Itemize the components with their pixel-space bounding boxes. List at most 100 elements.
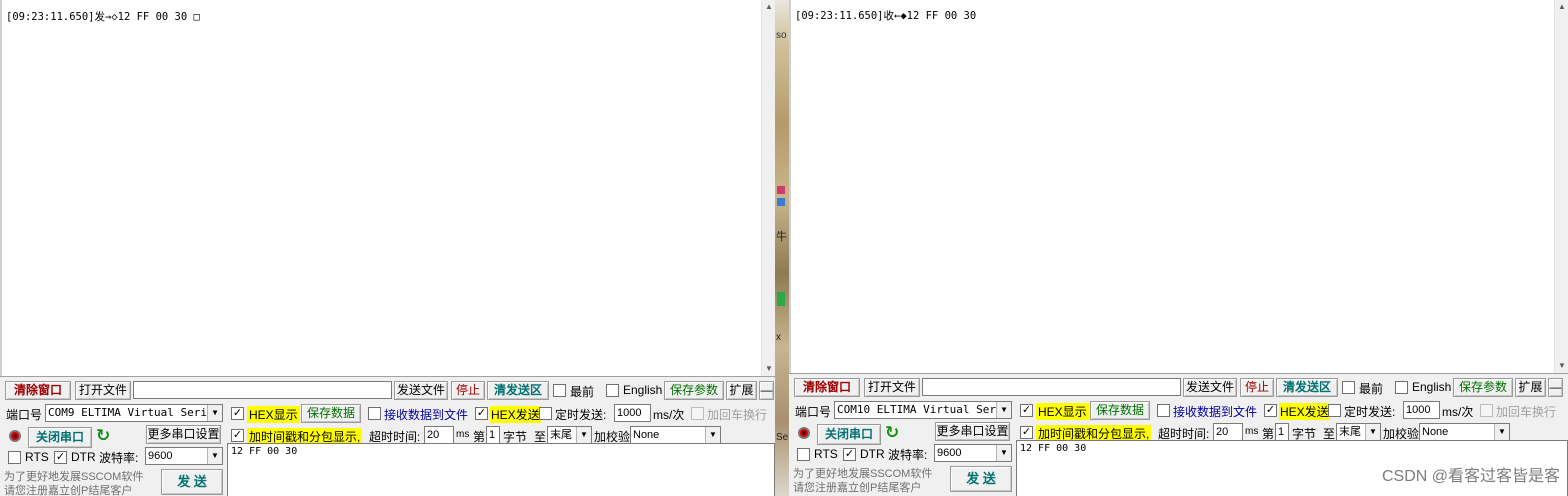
port-select[interactable]: COM9 ELTIMA Virtual Serial ▼ (45, 404, 223, 422)
stop-button[interactable]: 停止 (1240, 378, 1274, 397)
timed-send-label: 定时发送: (1344, 405, 1396, 419)
recv-to-file-label: 接收数据到文件 (384, 408, 469, 422)
scroll-up-icon[interactable]: ▲ (1555, 0, 1568, 14)
timed-send-checkbox[interactable] (539, 407, 552, 420)
save-data-button[interactable]: 保存数据 (301, 404, 361, 423)
interval-input[interactable]: 1000 (614, 404, 651, 422)
hex-send-label: HEX发送 (490, 406, 541, 423)
hex-display-checkbox[interactable]: ✓ (1020, 404, 1033, 417)
sscom-window-right: [09:23:11.650]收←◆12 FF 00 30 ▲ ▼ 清除窗口 打开… (789, 0, 1568, 496)
refresh-icon[interactable]: ↻ (96, 426, 110, 446)
scroll-up-icon[interactable]: ▲ (762, 0, 775, 14)
open-file-button[interactable]: 打开文件 (864, 378, 920, 397)
collapse-button[interactable]: — (1548, 378, 1563, 397)
expand-button[interactable]: 扩展 (726, 381, 757, 400)
hex-display-checkbox[interactable]: ✓ (231, 407, 244, 420)
clear-window-button[interactable]: 清除窗口 (794, 378, 860, 397)
topmost-checkbox[interactable] (553, 384, 566, 397)
open-file-button[interactable]: 打开文件 (75, 381, 131, 400)
recv-to-file-checkbox[interactable] (1157, 404, 1170, 417)
rts-checkbox[interactable] (797, 448, 810, 461)
hex-send-checkbox[interactable]: ✓ (475, 407, 488, 420)
interval-input[interactable]: 1000 (1403, 401, 1440, 419)
receive-line: [09:23:11.650]收←◆12 FF 00 30 (795, 10, 977, 22)
dtr-checkbox[interactable]: ✓ (843, 448, 856, 461)
receive-line: [09:23:11.650]发→◇12 FF 00 30 □ (6, 11, 200, 23)
interval-unit: ms/次 (1442, 405, 1474, 419)
end-select[interactable]: 末尾 ▼ (1336, 423, 1381, 441)
port-value: COM9 ELTIMA Virtual Serial (48, 406, 221, 419)
timed-send-label: 定时发送: (555, 408, 607, 422)
send-file-button[interactable]: 发送文件 (394, 381, 448, 400)
baud-select[interactable]: 9600 ▼ (934, 444, 1012, 462)
byte-index-input[interactable]: 1 (1275, 423, 1289, 441)
append-newline-checkbox[interactable] (691, 407, 704, 420)
recv-to-file-checkbox[interactable] (368, 407, 381, 420)
more-settings-button[interactable]: 更多串口设置 (146, 425, 221, 444)
hex-send-checkbox[interactable]: ✓ (1264, 404, 1277, 417)
save-params-button[interactable]: 保存参数 (664, 381, 724, 400)
receive-area[interactable]: [09:23:11.650]收←◆12 FF 00 30 (789, 0, 1568, 373)
append-newline-label: 加回车换行 (707, 408, 768, 422)
chevron-down-icon: ▼ (996, 402, 1011, 418)
recv-to-file-label: 接收数据到文件 (1173, 405, 1258, 419)
timeout-input[interactable]: 20 (1213, 423, 1243, 441)
save-params-button[interactable]: 保存参数 (1453, 378, 1513, 397)
file-path-input[interactable] (922, 378, 1181, 396)
bg-color-mark-2 (777, 198, 785, 206)
port-status-icon (9, 430, 21, 442)
end-select[interactable]: 末尾 ▼ (547, 426, 592, 444)
refresh-icon[interactable]: ↻ (885, 423, 899, 443)
receive-area[interactable]: [09:23:11.650]发→◇12 FF 00 30 □ (0, 0, 775, 376)
send-text-area[interactable]: 12 FF 00 30 (227, 443, 775, 496)
chevron-down-icon: ▼ (1365, 424, 1380, 440)
english-label: English (623, 383, 663, 397)
expand-button[interactable]: 扩展 (1515, 378, 1546, 397)
byte-index-input[interactable]: 1 (486, 426, 500, 444)
more-settings-button[interactable]: 更多串口设置 (935, 422, 1010, 441)
send-file-button[interactable]: 发送文件 (1183, 378, 1237, 397)
dtr-label: DTR (71, 450, 96, 464)
chevron-down-icon: ▼ (996, 445, 1011, 461)
scroll-down-icon[interactable]: ▼ (1555, 359, 1568, 373)
timed-send-checkbox[interactable] (1328, 404, 1341, 417)
send-button[interactable]: 发 送 (161, 469, 223, 495)
baud-select[interactable]: 9600 ▼ (145, 447, 223, 465)
checksum-value: None (1422, 426, 1449, 438)
close-port-button[interactable]: 关闭串口 (817, 424, 881, 445)
scroll-down-icon[interactable]: ▼ (762, 362, 775, 376)
collapse-button[interactable]: — (759, 381, 774, 400)
english-checkbox[interactable] (1395, 381, 1408, 394)
chevron-down-icon: ▼ (705, 427, 720, 443)
timeout-input[interactable]: 20 (424, 426, 454, 444)
port-select[interactable]: COM10 ELTIMA Virtual Seria ▼ (834, 401, 1012, 419)
dtr-checkbox[interactable]: ✓ (54, 451, 67, 464)
hex-display-label: HEX显示 (1036, 403, 1089, 420)
hex-display-label: HEX显示 (247, 406, 300, 423)
rts-checkbox[interactable] (8, 451, 21, 464)
english-checkbox[interactable] (606, 384, 619, 397)
checksum-select[interactable]: None ▼ (630, 426, 721, 444)
close-port-button[interactable]: 关闭串口 (28, 427, 92, 448)
port-label: 端口号 (6, 408, 43, 422)
interval-unit: ms/次 (653, 408, 685, 422)
clear-send-area-button[interactable]: 清发送区 (1276, 378, 1338, 397)
save-data-button[interactable]: 保存数据 (1090, 401, 1150, 420)
receive-scrollbar[interactable]: ▲ ▼ (1554, 0, 1568, 373)
file-path-input[interactable] (133, 381, 392, 399)
receive-scrollbar[interactable]: ▲ ▼ (761, 0, 775, 376)
topmost-checkbox[interactable] (1342, 381, 1355, 394)
append-newline-checkbox[interactable] (1480, 404, 1493, 417)
send-button[interactable]: 发 送 (950, 466, 1012, 492)
timestamp-checkbox[interactable]: ✓ (231, 429, 244, 442)
stop-button[interactable]: 停止 (451, 381, 485, 400)
checksum-select[interactable]: None ▼ (1419, 423, 1510, 441)
topmost-label: 最前 (1359, 382, 1384, 396)
clear-send-area-button[interactable]: 清发送区 (487, 381, 549, 400)
port-label: 端口号 (795, 405, 832, 419)
append-newline-label: 加回车换行 (1496, 405, 1557, 419)
promo-line-2: 请您注册嘉立创P结尾客户 (4, 485, 133, 496)
clear-window-button[interactable]: 清除窗口 (5, 381, 71, 400)
timestamp-checkbox[interactable]: ✓ (1020, 426, 1033, 439)
timeout-unit: ms (456, 429, 470, 440)
